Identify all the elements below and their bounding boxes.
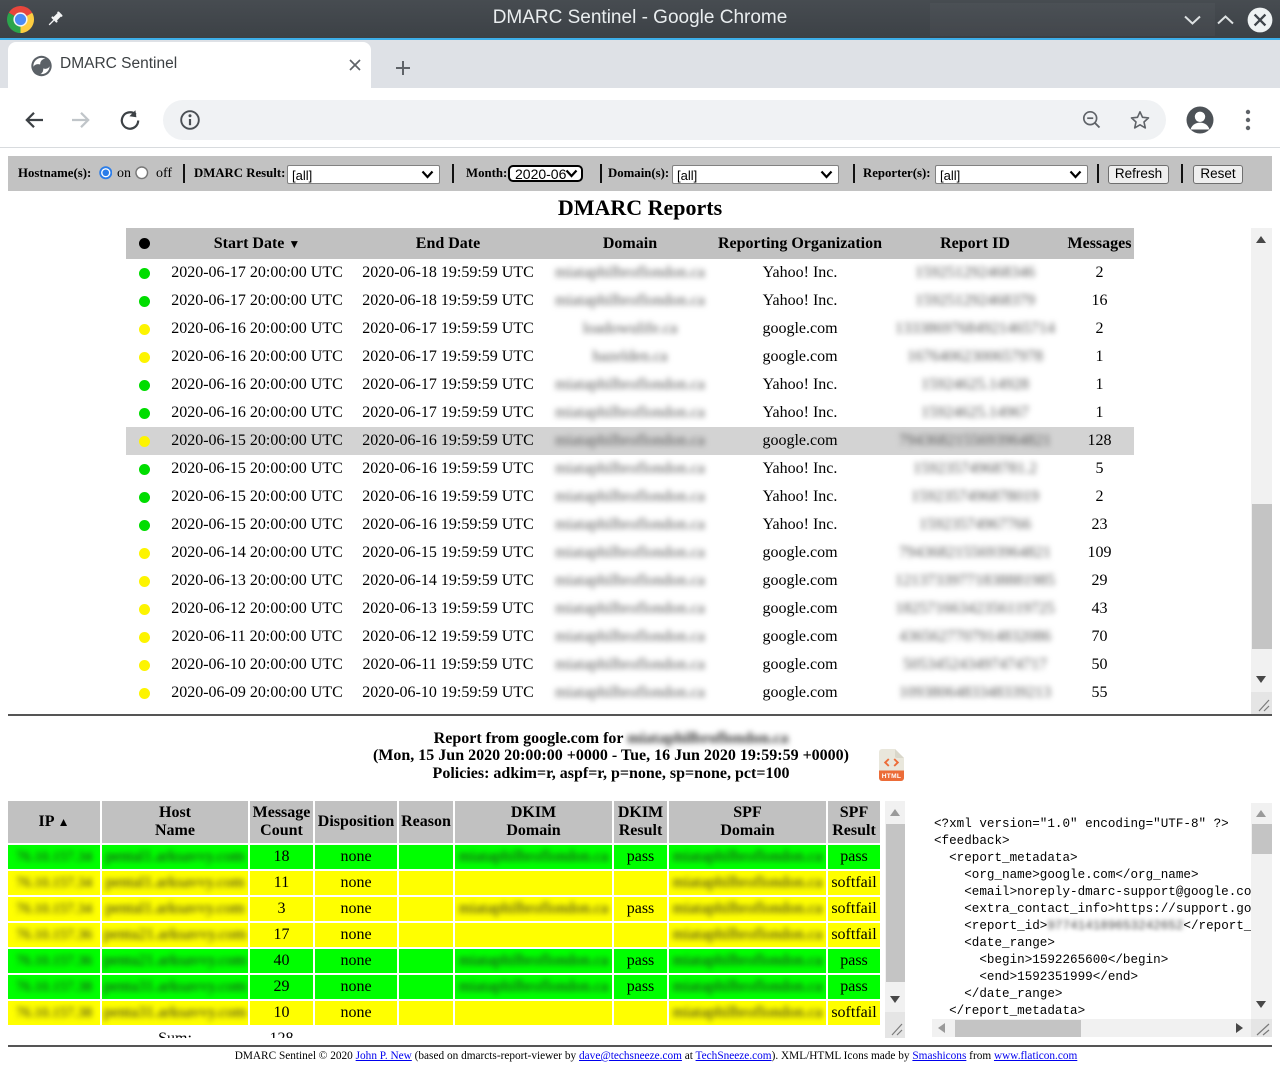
svg-text:HTML: HTML [882, 773, 902, 780]
